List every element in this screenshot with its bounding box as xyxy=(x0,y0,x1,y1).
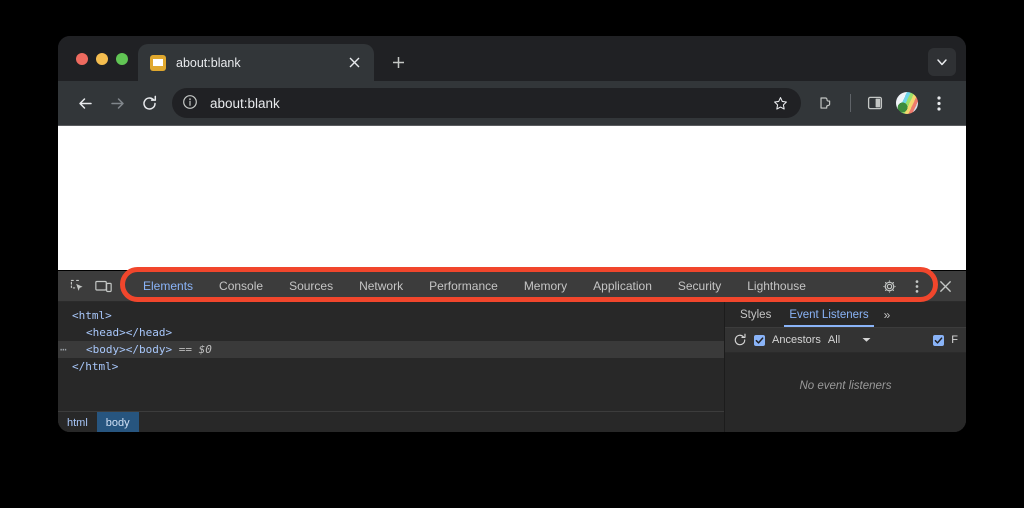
inspect-element-icon[interactable] xyxy=(64,273,90,299)
dom-node-html-open[interactable]: <html> xyxy=(58,307,724,324)
browser-tab[interactable]: about:blank xyxy=(138,44,374,81)
devtools-more-icon[interactable] xyxy=(904,273,930,299)
dom-tree[interactable]: <html> <head></head> ⋯ <body></body> == … xyxy=(58,302,724,411)
listener-filter-value: All xyxy=(827,334,841,346)
framework-listeners-checkbox[interactable] xyxy=(933,334,945,346)
devtools-toolbar-actions xyxy=(876,273,966,299)
window-minimize-button[interactable] xyxy=(96,52,108,65)
listener-filter-select[interactable]: All xyxy=(828,334,926,346)
tab-performance[interactable]: Performance xyxy=(416,271,511,302)
back-button[interactable] xyxy=(70,88,100,118)
extensions-button[interactable] xyxy=(811,88,841,118)
dom-node-head[interactable]: <head></head> xyxy=(58,324,724,341)
gear-icon[interactable] xyxy=(876,273,902,299)
breadcrumb-item-label: html xyxy=(67,416,88,429)
window-close-button[interactable] xyxy=(76,52,88,65)
breadcrumb-item-body[interactable]: body xyxy=(96,412,139,432)
sidebar-tab-styles[interactable]: Styles xyxy=(731,302,780,327)
dom-node-selection-marker: == $0 xyxy=(178,343,212,356)
refresh-icon[interactable] xyxy=(733,333,747,347)
breadcrumb-item-html[interactable]: html xyxy=(58,412,97,432)
dom-node-text: <body></body> xyxy=(86,343,173,356)
window-maximize-button[interactable] xyxy=(116,52,128,65)
devtools-close-icon[interactable] xyxy=(932,273,958,299)
window-traffic-lights xyxy=(70,36,138,81)
browser-toolbar: about:blank xyxy=(58,81,966,125)
devtools-body: <html> <head></head> ⋯ <body></body> == … xyxy=(58,302,966,432)
tab-memory[interactable]: Memory xyxy=(511,271,580,302)
tab-console-label: Console xyxy=(219,279,264,293)
browser-menu-button[interactable] xyxy=(924,88,954,118)
sidebar-tab-event-listeners[interactable]: Event Listeners xyxy=(780,302,877,327)
devtools-panel: Elements Console Sources Network Perform… xyxy=(58,267,966,432)
tab-console[interactable]: Console xyxy=(206,271,276,302)
tab-title: about:blank xyxy=(176,55,241,70)
star-icon[interactable] xyxy=(767,90,793,116)
tab-sources-label: Sources xyxy=(289,279,334,293)
page-viewport[interactable] xyxy=(58,125,966,270)
tab-lighthouse[interactable]: Lighthouse xyxy=(734,271,819,302)
framework-listeners-label: F xyxy=(951,334,958,346)
tab-sources[interactable]: Sources xyxy=(276,271,346,302)
avatar xyxy=(896,92,918,114)
tab-close-icon[interactable] xyxy=(344,53,364,73)
tab-search-button[interactable] xyxy=(928,48,956,76)
tab-favicon-icon xyxy=(150,54,166,71)
address-bar-text[interactable]: about:blank xyxy=(210,96,767,111)
sidebar-overflow-icon[interactable]: » xyxy=(878,302,897,327)
event-listeners-empty-message: No event listeners xyxy=(799,380,892,392)
dom-node-text: </html> xyxy=(72,360,119,373)
side-panel-button[interactable] xyxy=(860,88,890,118)
tab-elements-label: Elements xyxy=(143,279,194,293)
browser-window: about:blank about:blank Elements Console… xyxy=(58,36,966,432)
event-listeners-toolbar: Ancestors All F xyxy=(725,328,966,353)
tab-memory-label: Memory xyxy=(523,279,568,293)
tab-lighthouse-label: Lighthouse xyxy=(747,279,806,293)
tab-security-label: Security xyxy=(677,279,722,293)
devtools-tabs: Elements Console Sources Network Perform… xyxy=(122,271,876,302)
tab-elements[interactable]: Elements xyxy=(130,271,206,302)
sidebar-tab-event-listeners-label: Event Listeners xyxy=(789,308,869,321)
breadcrumb: html body xyxy=(58,411,724,432)
dom-node-expand-icon[interactable]: ⋯ xyxy=(60,341,68,358)
tab-performance-label: Performance xyxy=(429,279,498,293)
tab-application[interactable]: Application xyxy=(580,271,665,302)
tab-application-label: Application xyxy=(593,279,652,293)
dom-node-body[interactable]: ⋯ <body></body> == $0 xyxy=(58,341,724,358)
sidebar-tabs: Styles Event Listeners » xyxy=(725,302,966,328)
chevron-down-icon[interactable] xyxy=(862,337,871,343)
forward-button[interactable] xyxy=(102,88,132,118)
ancestors-label: Ancestors xyxy=(772,334,821,346)
ancestors-checkbox[interactable] xyxy=(754,334,765,346)
address-bar[interactable]: about:blank xyxy=(172,88,801,118)
sidebar-tab-styles-label: Styles xyxy=(740,308,772,321)
devtools-sidebar: Styles Event Listeners » Ancestors All F… xyxy=(725,302,966,432)
elements-panel: <html> <head></head> ⋯ <body></body> == … xyxy=(58,302,725,432)
tab-strip: about:blank xyxy=(58,36,966,81)
devtools-tab-bar: Elements Console Sources Network Perform… xyxy=(58,267,966,302)
dom-node-html-close[interactable]: </html> xyxy=(58,358,724,375)
tab-network-label: Network xyxy=(359,279,404,293)
toolbar-divider xyxy=(850,94,851,112)
tab-security[interactable]: Security xyxy=(665,271,734,302)
reload-button[interactable] xyxy=(134,88,164,118)
breadcrumb-item-label: body xyxy=(105,416,130,429)
new-tab-button[interactable] xyxy=(384,48,412,76)
info-circle-icon[interactable] xyxy=(182,94,200,112)
dom-node-text: <head></head> xyxy=(86,326,173,339)
dom-node-text: <html> xyxy=(72,309,112,322)
device-toolbar-icon[interactable] xyxy=(90,273,116,299)
tab-network[interactable]: Network xyxy=(346,271,416,302)
profile-button[interactable] xyxy=(892,88,922,118)
